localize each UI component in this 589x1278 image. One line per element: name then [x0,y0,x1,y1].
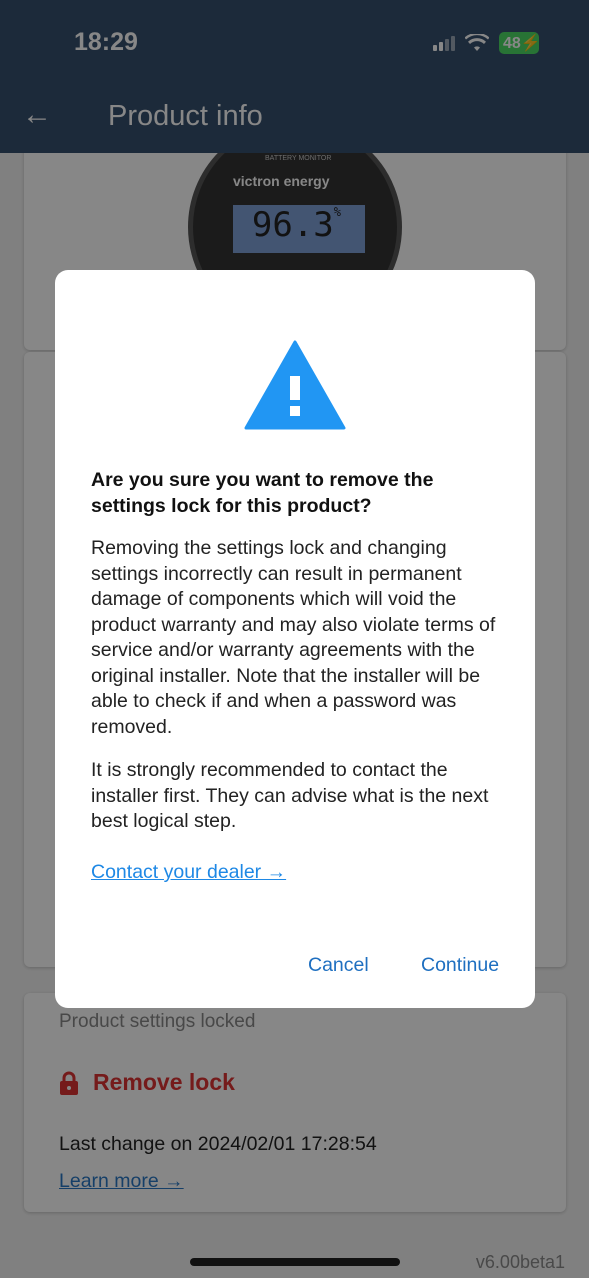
home-indicator[interactable] [190,1258,400,1266]
dialog-paragraph-2: It is strongly recommended to contact th… [91,759,489,832]
continue-button[interactable]: Continue [421,954,499,977]
cancel-button[interactable]: Cancel [308,954,369,977]
dialog-paragraph-1: Removing the settings lock and changing … [91,537,496,738]
contact-dealer-link[interactable]: Contact your dealer → [91,861,286,884]
warning-triangle-icon [244,340,346,430]
dialog-title: Are you sure you want to remove the sett… [91,469,434,517]
remove-lock-dialog: Are you sure you want to remove the sett… [55,270,535,1008]
